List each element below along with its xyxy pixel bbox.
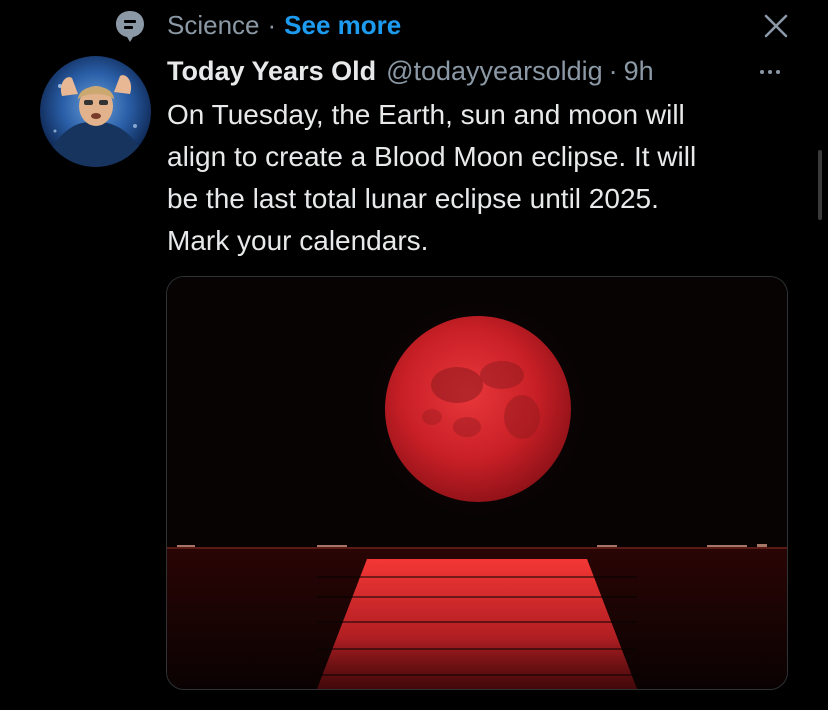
topic-header: Science · See more [167,8,401,42]
more-icon-dot [776,70,780,74]
display-name[interactable]: Today Years Old [167,56,376,87]
user-handle[interactable]: @todayyearsoldig [386,56,603,87]
blood-moon-image [167,277,787,689]
scrollbar[interactable] [818,150,822,220]
more-icon [760,70,764,74]
topic-name[interactable]: Science [167,10,260,41]
topic-separator: · [267,9,277,40]
time-separator: · [608,55,618,86]
close-button[interactable] [756,6,796,46]
tweet-media[interactable] [166,276,788,690]
avatar-image [50,75,142,167]
topic-icon [112,8,148,44]
tweet-header: Today Years Old @todayyearsoldig · 9h [167,52,654,90]
tweet-text: On Tuesday, the Earth, sun and moon will… [167,99,697,256]
more-options-button[interactable] [750,58,790,86]
more-icon-dot [768,70,772,74]
avatar[interactable] [40,56,151,167]
close-icon [764,14,788,38]
timestamp[interactable]: 9h [624,56,654,87]
see-more-link[interactable]: See more [284,10,401,41]
